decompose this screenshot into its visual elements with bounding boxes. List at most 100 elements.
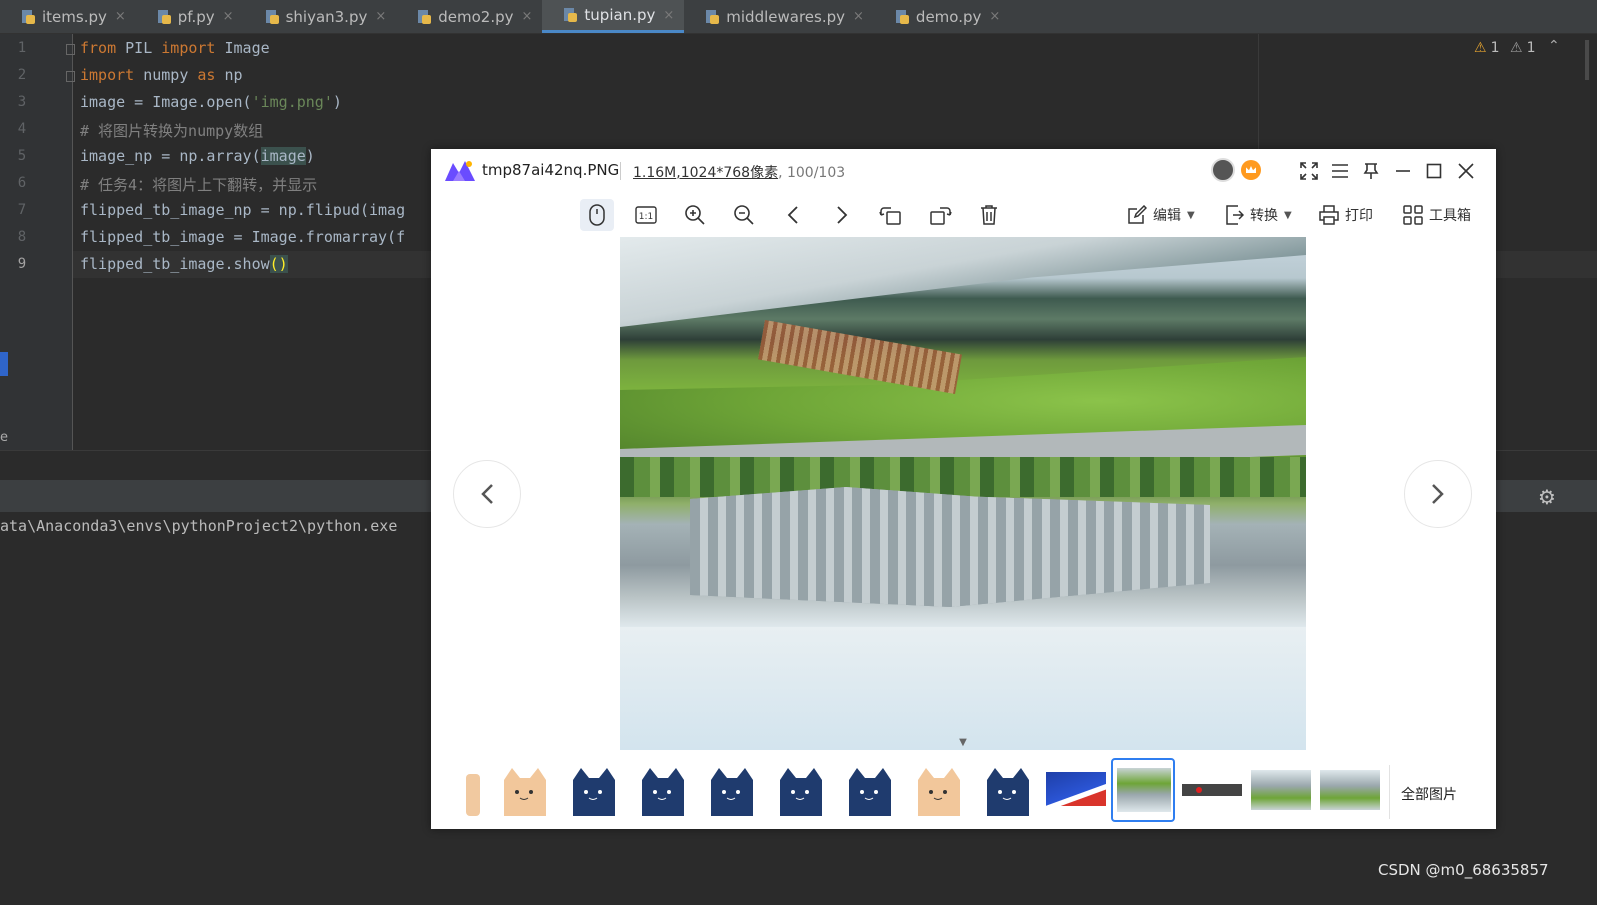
thumbnail[interactable] [839, 760, 899, 820]
python-file-icon [704, 9, 720, 25]
convert-button[interactable]: 转换 ▼ [1224, 205, 1292, 225]
side-panel-text: e [0, 430, 8, 445]
dropdown-caret-icon: ▼ [1284, 209, 1292, 221]
close-icon[interactable]: × [853, 9, 864, 24]
code-line-4: # 将图片转换为numpy数组 [80, 122, 264, 140]
weak-warning-indicator[interactable]: ⚠ 1 [1510, 40, 1535, 56]
thumbnail[interactable] [1320, 760, 1380, 820]
python-file-icon [562, 7, 578, 23]
close-icon[interactable]: × [989, 9, 1000, 24]
thumbnail[interactable] [770, 760, 830, 820]
toolbox-label: 工具箱 [1429, 208, 1471, 224]
code-text: image = Image.open( [80, 93, 252, 111]
close-icon[interactable]: × [115, 9, 126, 24]
thumbnail[interactable] [1046, 760, 1106, 820]
convert-icon [1226, 205, 1244, 225]
all-images-button[interactable]: 全部图片 [1401, 784, 1457, 804]
weak-warning-icon: ⚠ [1510, 40, 1523, 56]
tab-shiyan3-py[interactable]: shiyan3.py × [244, 0, 397, 33]
thumbnail[interactable] [977, 760, 1037, 820]
code-text: Image [215, 39, 270, 57]
vip-crown-icon[interactable] [1241, 160, 1261, 180]
code-line-2: import numpy as np [80, 66, 243, 84]
editor-tab-bar: items.py × pf.py × shiyan3.py × demo2.py… [0, 0, 1597, 34]
next-icon[interactable] [825, 199, 859, 231]
mouse-mode-icon[interactable] [580, 199, 614, 231]
pin-icon[interactable] [1357, 157, 1385, 185]
editor-scrollbar[interactable] [1585, 40, 1589, 80]
code-text: image_np = np.array( [80, 147, 261, 165]
thumbnail[interactable] [632, 760, 692, 820]
previous-icon[interactable] [776, 199, 810, 231]
tab-middlewares-py[interactable]: middlewares.py × [684, 0, 874, 33]
fold-marker-icon[interactable] [66, 71, 75, 82]
actual-size-icon[interactable]: 1:1 [629, 199, 663, 231]
code-line-9: flipped_tb_image.show() [80, 255, 288, 273]
tab-label: shiyan3.py [285, 7, 368, 26]
python-file-icon [264, 9, 280, 25]
toolbox-button[interactable]: 工具箱 [1403, 205, 1471, 225]
close-icon[interactable]: × [375, 9, 386, 24]
rotate-right-icon[interactable] [923, 199, 957, 231]
image-resolution[interactable]: ,1024*768像素 [676, 165, 778, 181]
displayed-image[interactable]: ▼ [620, 237, 1306, 750]
code-line-1: from PIL import Image [80, 39, 270, 57]
image-region [690, 487, 1210, 607]
collapse-strip-icon[interactable]: ▼ [956, 737, 970, 748]
gear-icon[interactable]: ⚙ [1538, 485, 1556, 509]
print-label: 打印 [1345, 208, 1373, 224]
file-size[interactable]: 1.16M [633, 165, 676, 181]
close-icon[interactable]: × [663, 8, 674, 23]
code-line-3: image = Image.open('img.png') [80, 93, 342, 111]
thumbnail[interactable] [494, 760, 554, 820]
thumbnail[interactable] [563, 760, 623, 820]
thumbnail[interactable] [701, 760, 761, 820]
line-number: 9 [17, 256, 27, 272]
tab-tupian-py[interactable]: tupian.py × [542, 0, 685, 33]
side-panel-marker[interactable] [0, 352, 8, 376]
strip-separator [1389, 765, 1390, 819]
delete-icon[interactable] [972, 199, 1006, 231]
tab-demo-py[interactable]: demo.py × [874, 0, 1010, 33]
viewer-toolbar: 1:1 编辑 ▼ 转换 ▼ 打印 工具箱 [431, 193, 1496, 237]
keyword: import [80, 66, 135, 84]
image-region [620, 457, 1306, 497]
matched-parentheses: () [269, 255, 288, 273]
python-file-icon [20, 9, 36, 25]
edit-icon [1128, 205, 1147, 224]
fold-marker-icon[interactable] [66, 44, 75, 55]
minimize-icon[interactable] [1389, 157, 1417, 185]
python-file-icon [894, 9, 910, 25]
tab-label: middlewares.py [726, 7, 846, 26]
avatar[interactable] [1211, 158, 1235, 182]
warning-count: 1 [1490, 40, 1500, 56]
close-icon[interactable]: × [223, 9, 234, 24]
close-icon[interactable]: × [522, 9, 533, 24]
fullscreen-icon[interactable] [1295, 157, 1323, 185]
menu-icon[interactable] [1326, 157, 1354, 185]
tab-items-py[interactable]: items.py × [0, 0, 136, 33]
tab-label: tupian.py [584, 6, 656, 24]
thumbnail[interactable] [1182, 760, 1242, 820]
previous-image-button[interactable] [453, 460, 521, 528]
thumbnail-selected[interactable] [1111, 758, 1175, 822]
next-image-button[interactable] [1404, 460, 1472, 528]
thumbnail[interactable] [466, 760, 484, 820]
close-icon[interactable] [1452, 157, 1480, 185]
tab-pf-py[interactable]: pf.py × [136, 0, 244, 33]
print-button[interactable]: 打印 [1319, 205, 1373, 225]
rotate-left-icon[interactable] [874, 199, 908, 231]
highlighted-identifier: image [260, 147, 306, 165]
edit-button[interactable]: 编辑 ▼ [1127, 205, 1195, 225]
tab-label: pf.py [177, 7, 215, 26]
maximize-icon[interactable] [1420, 157, 1448, 185]
zoom-out-icon[interactable] [727, 199, 761, 231]
thumbnail[interactable] [908, 760, 968, 820]
code-text: np [215, 66, 243, 84]
chevron-up-icon[interactable]: ⌃ [1548, 38, 1560, 54]
line-number: 7 [17, 202, 27, 218]
warning-indicator[interactable]: ⚠ 1 [1474, 40, 1499, 56]
thumbnail[interactable] [1251, 760, 1311, 820]
tab-demo2-py[interactable]: demo2.py × [396, 0, 542, 33]
zoom-in-icon[interactable] [678, 199, 712, 231]
